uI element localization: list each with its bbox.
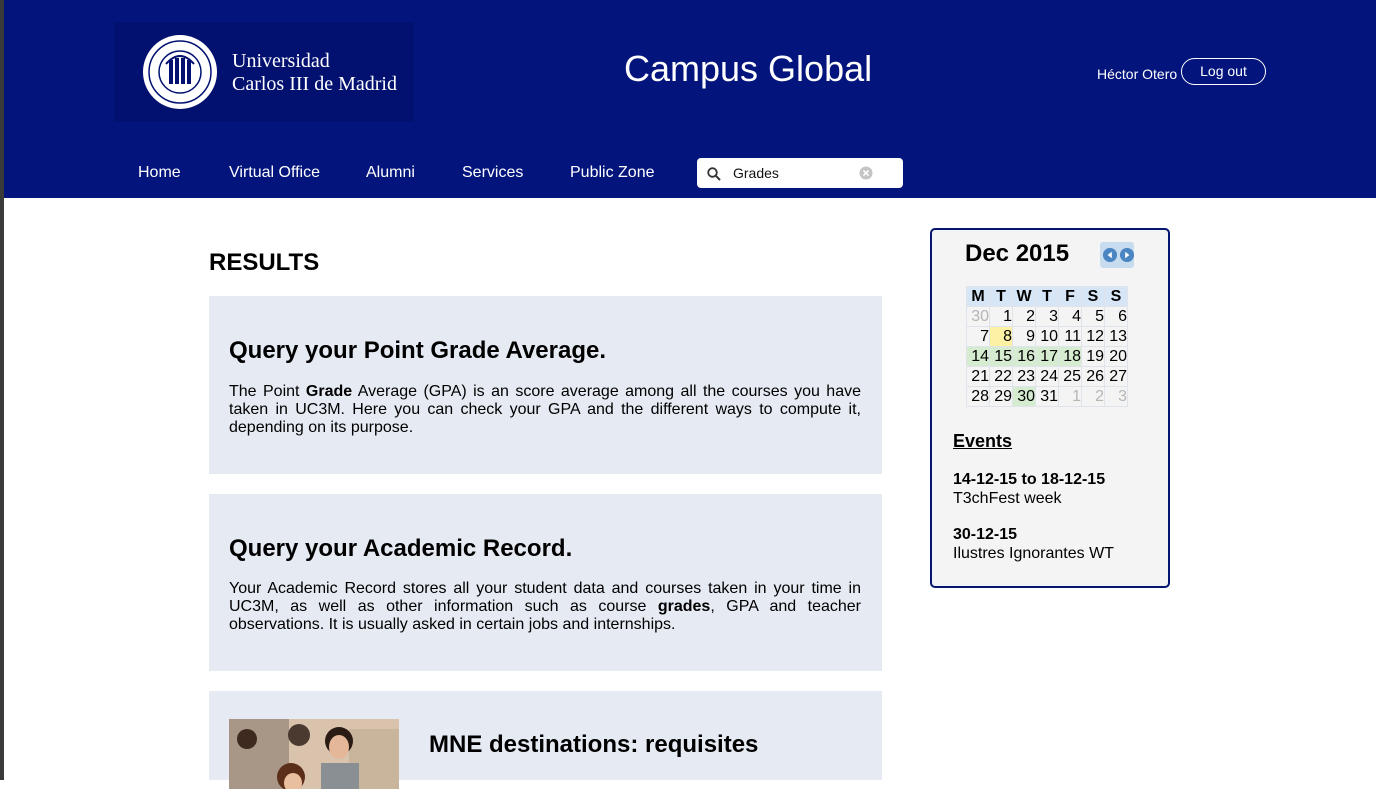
search-input[interactable]: [733, 164, 853, 182]
calendar-grid: M T W T F S S 30 1 2 3 4 5 6 7 8 9 10 11 12 13 14 15 16 1…: [966, 286, 1128, 407]
weekday-header: W: [1012, 286, 1036, 307]
calendar-day[interactable]: 13: [1104, 326, 1128, 347]
calendar-week: 14 15 16 17 18 19 20: [966, 346, 1128, 367]
calendar-day[interactable]: 12: [1081, 326, 1105, 347]
calendar-prev-icon[interactable]: [1103, 248, 1117, 262]
calendar-day[interactable]: 6: [1104, 306, 1128, 327]
calendar-day[interactable]: 24: [1035, 366, 1059, 387]
nav-public-zone[interactable]: Public Zone: [570, 164, 655, 182]
nav-services[interactable]: Services: [462, 164, 523, 182]
calendar-events-panel: Dec 2015 M T W T F S S 30 1 2 3 4 5 6 7 8 9 10 11 12…: [930, 228, 1170, 588]
result-thumbnail[interactable]: [229, 719, 399, 789]
university-seal-icon: [143, 35, 217, 109]
result-title[interactable]: Query your Point Grade Average.: [229, 337, 606, 365]
events-heading: Events: [953, 431, 1013, 451]
logo-line-2: Carlos III de Madrid: [232, 73, 397, 95]
calendar-day[interactable]: 26: [1081, 366, 1105, 387]
calendar-day[interactable]: 25: [1058, 366, 1082, 387]
calendar-day[interactable]: 8: [989, 326, 1013, 347]
calendar-day[interactable]: 9: [1012, 326, 1036, 347]
calendar-day[interactable]: 16: [1012, 346, 1036, 367]
user-name: Héctor Otero: [1097, 66, 1178, 82]
calendar-day[interactable]: 2: [1012, 306, 1036, 327]
calendar-day[interactable]: 28: [966, 386, 990, 407]
weekday-header: F: [1058, 286, 1082, 307]
calendar-week: 21 22 23 24 25 26 27: [966, 366, 1128, 387]
calendar-day[interactable]: 30: [966, 306, 990, 327]
calendar-day[interactable]: 3: [1035, 306, 1059, 327]
event-name[interactable]: T3chFest week: [953, 490, 1061, 508]
search-icon[interactable]: [707, 167, 721, 181]
calendar-day[interactable]: 4: [1058, 306, 1082, 327]
calendar-day[interactable]: 17: [1035, 346, 1059, 367]
nav-virtual-office[interactable]: Virtual Office: [229, 164, 320, 182]
calendar-day[interactable]: 14: [966, 346, 990, 367]
search-box: [697, 158, 903, 188]
calendar-day[interactable]: 7: [966, 326, 990, 347]
logo-line-1: Universidad: [232, 50, 330, 72]
calendar-week: 28 29 30 31 1 2 3: [966, 386, 1128, 407]
result-title[interactable]: MNE destinations: requisites: [429, 731, 758, 759]
calendar-day[interactable]: 11: [1058, 326, 1082, 347]
students-photo-icon: [229, 719, 399, 789]
calendar-day[interactable]: 2: [1081, 386, 1105, 407]
calendar-day[interactable]: 22: [989, 366, 1013, 387]
calendar-next-icon[interactable]: [1120, 248, 1134, 262]
calendar-week: 7 8 9 10 11 12 13: [966, 326, 1128, 347]
event-date: 14-12-15 to 18-12-15: [953, 471, 1106, 488]
calendar-day[interactable]: 21: [966, 366, 990, 387]
result-card[interactable]: Query your Point Grade Average. The Poin…: [209, 296, 882, 474]
weekday-header: M: [966, 286, 990, 307]
weekday-header: S: [1104, 286, 1128, 307]
nav-home[interactable]: Home: [138, 164, 181, 182]
calendar-day[interactable]: 10: [1035, 326, 1059, 347]
university-name: Universidad Carlos III de Madrid: [232, 50, 397, 96]
calendar-day[interactable]: 31: [1035, 386, 1059, 407]
logout-button[interactable]: Log out: [1181, 58, 1266, 85]
app-title: Campus Global: [624, 48, 873, 89]
calendar-day[interactable]: 1: [989, 306, 1013, 327]
calendar-body: 30 1 2 3 4 5 6 7 8 9 10 11 12 13 14 15 16 17 18 19 20 21 22 23 2…: [966, 306, 1128, 407]
university-logo[interactable]: Universidad Carlos III de Madrid: [114, 22, 414, 122]
result-card[interactable]: MNE destinations: requisites: [209, 691, 882, 789]
result-title[interactable]: Query your Academic Record.: [229, 535, 572, 563]
results-heading: RESULTS: [209, 249, 320, 276]
calendar-day[interactable]: 30: [1012, 386, 1036, 407]
calendar-month-label: Dec 2015: [965, 240, 1070, 267]
weekday-header: T: [989, 286, 1013, 307]
site-header: Universidad Carlos III de Madrid Campus …: [4, 0, 1376, 198]
nav-alumni[interactable]: Alumni: [366, 164, 415, 182]
result-desc-highlight: Grade: [305, 383, 353, 400]
calendar-week: 30 1 2 3 4 5 6: [966, 306, 1128, 327]
weekday-header: T: [1035, 286, 1059, 307]
calendar-day[interactable]: 27: [1104, 366, 1128, 387]
calendar-day[interactable]: 20: [1104, 346, 1128, 367]
weekday-header: S: [1081, 286, 1105, 307]
result-desc-highlight: grades: [657, 598, 711, 615]
result-description: The Point Grade Average (GPA) is an scor…: [229, 383, 861, 437]
calendar-day[interactable]: 29: [989, 386, 1013, 407]
calendar-day[interactable]: 18: [1058, 346, 1082, 367]
calendar-day[interactable]: 1: [1058, 386, 1082, 407]
event-name[interactable]: Ilustres Ignorantes WT: [953, 545, 1114, 563]
calendar-day[interactable]: 15: [989, 346, 1013, 367]
calendar-day[interactable]: 19: [1081, 346, 1105, 367]
clear-search-icon[interactable]: [859, 166, 873, 180]
calendar-day[interactable]: 5: [1081, 306, 1105, 327]
result-card[interactable]: Query your Academic Record. Your Academi…: [209, 494, 882, 671]
result-description: Your Academic Record stores all your stu…: [229, 580, 861, 634]
calendar-day[interactable]: 3: [1104, 386, 1128, 407]
calendar-day[interactable]: 23: [1012, 366, 1036, 387]
result-desc-text: The Point: [229, 383, 306, 400]
event-date: 30-12-15: [953, 526, 1018, 543]
